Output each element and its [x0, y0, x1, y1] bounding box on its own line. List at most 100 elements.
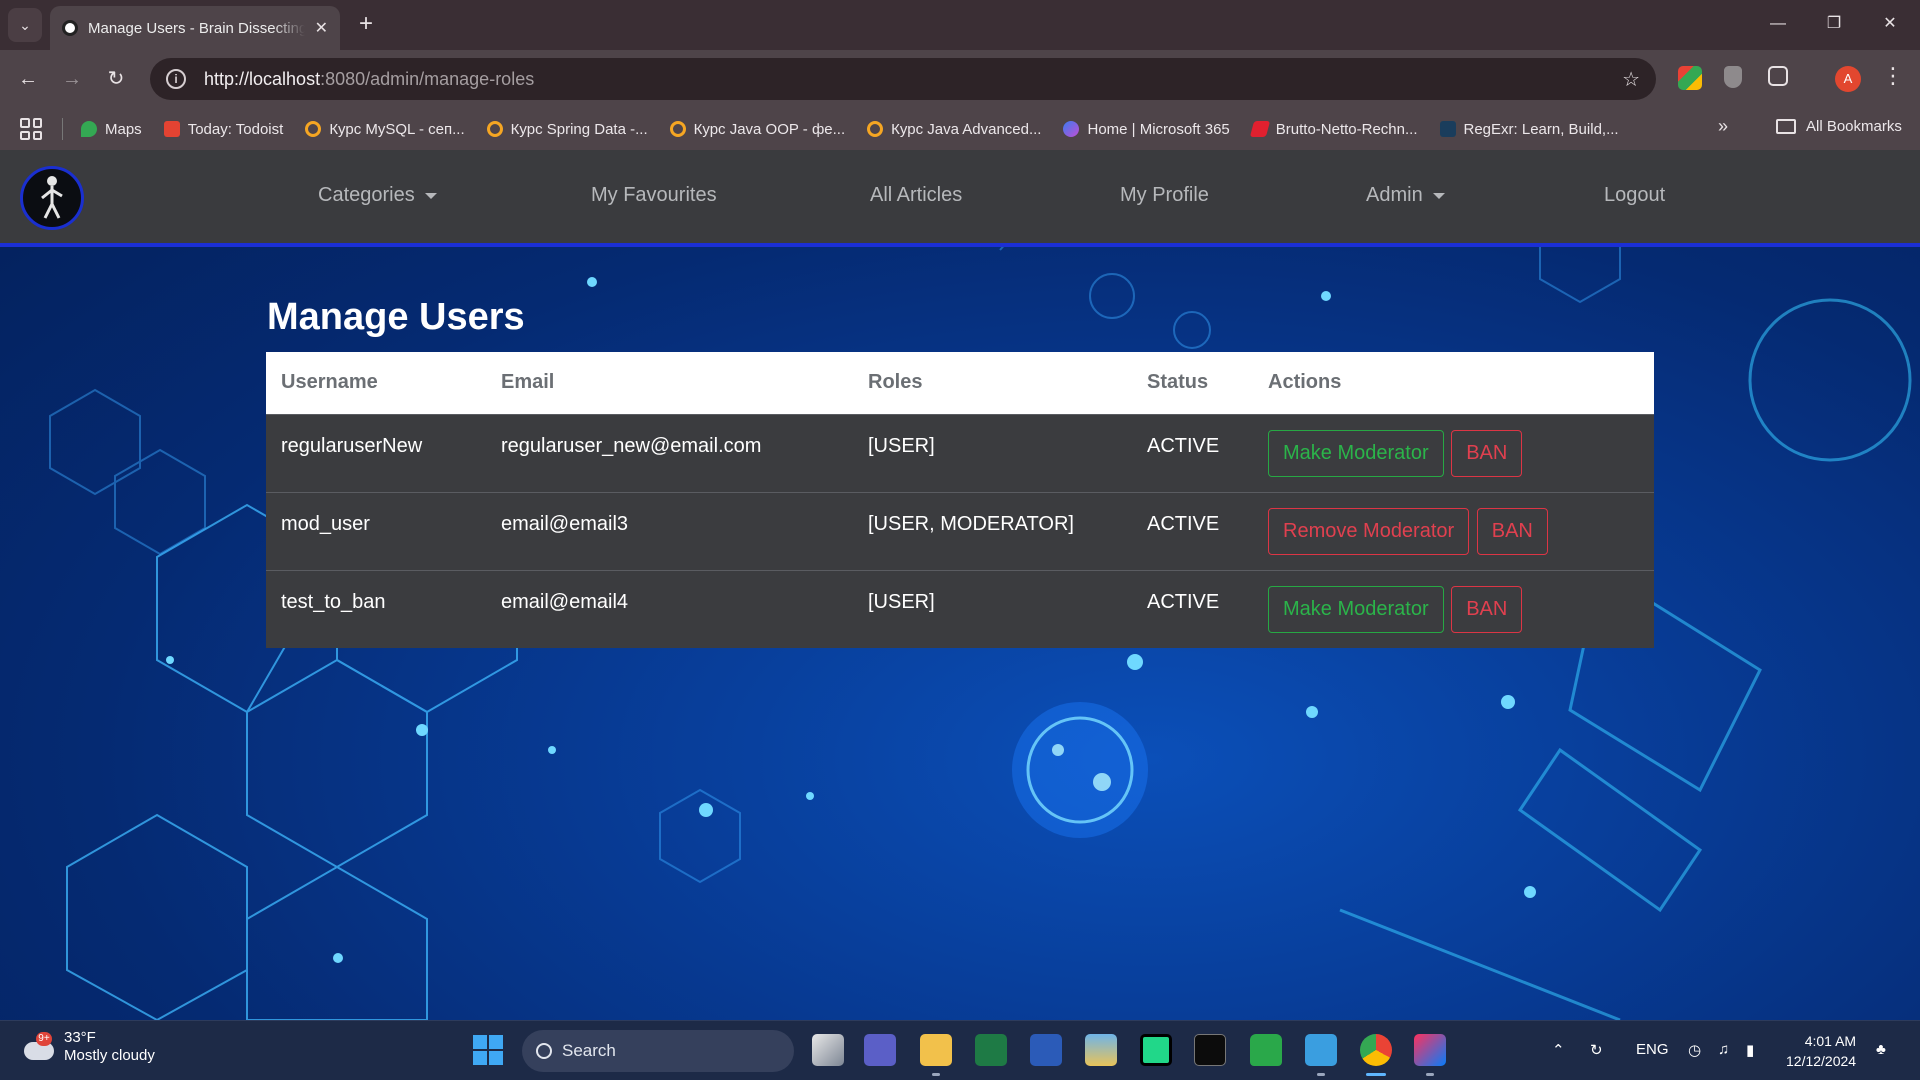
system-clock[interactable]: 4:01 AM 12/12/2024 [1786, 1031, 1856, 1071]
softuni-icon [305, 121, 322, 137]
column-header-username: Username [266, 352, 486, 414]
table-row: test_to_ban email@email4 [USER] ACTIVE M… [266, 569, 1654, 648]
bookmark-course-spring-data[interactable]: Курс Spring Data -... [486, 121, 648, 138]
column-header-actions: Actions [1253, 352, 1654, 414]
status-cell: ACTIVE [1132, 491, 1253, 570]
nav-logout[interactable]: Logout [1604, 184, 1665, 207]
browser-menu-icon[interactable]: ⋮ [1882, 63, 1904, 89]
wifi-icon[interactable]: ◷ [1688, 1041, 1701, 1059]
tab-manage-users[interactable]: Manage Users - Brain Dissecting ✕ [50, 6, 340, 50]
apps-grid-icon[interactable] [20, 118, 42, 140]
bookmark-course-java-advanced[interactable]: Курс Java Advanced... [867, 121, 1041, 138]
tab-title: Manage Users - Brain Dissecting [88, 19, 305, 37]
teams-icon[interactable] [864, 1034, 896, 1066]
photos-icon[interactable] [1085, 1034, 1117, 1066]
minimize-icon[interactable]: — [1758, 8, 1798, 40]
nav-admin-dropdown[interactable]: Admin [1366, 184, 1445, 207]
shield-extension-icon[interactable] [1724, 66, 1742, 88]
url-path: :8080/admin/manage-roles [320, 68, 535, 89]
make-moderator-button[interactable]: Make Moderator [1268, 585, 1444, 633]
actions-cell: Remove Moderator BAN [1253, 491, 1654, 570]
nav-my-favourites[interactable]: My Favourites [591, 184, 717, 207]
column-header-email: Email [486, 352, 853, 414]
caret-down-icon [1432, 192, 1445, 199]
close-icon[interactable]: ✕ [315, 18, 328, 38]
excel-icon[interactable] [975, 1034, 1007, 1066]
weather-condition: Mostly cloudy [64, 1047, 155, 1064]
new-tab-button[interactable]: + [352, 10, 380, 38]
bookmark-star-icon[interactable]: ☆ [1622, 67, 1640, 92]
show-hidden-icons-chevron-icon[interactable]: ⌃ [1552, 1041, 1565, 1059]
caret-down-icon [424, 192, 437, 199]
brutto-netto-icon [1249, 121, 1270, 137]
remove-moderator-button[interactable]: Remove Moderator [1268, 507, 1470, 555]
taskbar-search-box[interactable]: Search [522, 1030, 794, 1072]
site-info-icon[interactable]: i [166, 69, 186, 89]
nav-label: Categories [318, 184, 415, 206]
bookmark-label: RegExr: Learn, Build,... [1463, 120, 1619, 138]
task-view-icon[interactable] [812, 1034, 844, 1066]
status-cell: ACTIVE [1132, 569, 1253, 648]
extension-colorful-icon[interactable] [1678, 66, 1702, 90]
pycharm-icon[interactable] [1140, 1034, 1172, 1066]
temperature: 33°F [64, 1029, 96, 1046]
sync-icon[interactable]: ↻ [1590, 1041, 1603, 1059]
all-bookmarks-button[interactable]: All Bookmarks [1776, 118, 1902, 135]
extensions-puzzle-icon[interactable] [1768, 66, 1788, 86]
word-icon[interactable] [1030, 1034, 1062, 1066]
column-header-roles: Roles [853, 352, 1132, 414]
battery-icon[interactable]: ▮ [1746, 1041, 1754, 1059]
tab-strip: ⌄ Manage Users - Brain Dissecting ✕ + — … [0, 0, 1920, 50]
bookmark-brutto-netto[interactable]: Brutto-Netto-Rechn... [1249, 120, 1418, 138]
todoist-icon [163, 121, 180, 137]
lock-app-icon[interactable] [1250, 1034, 1282, 1066]
address-bar[interactable]: i http://localhost:8080/admin/manage-rol… [150, 58, 1656, 100]
chrome-icon[interactable] [1360, 1034, 1392, 1066]
maps-pin-icon [81, 121, 97, 137]
site-logo[interactable] [20, 166, 84, 230]
restore-icon[interactable]: ❐ [1814, 8, 1854, 40]
bookmark-label: Brutto-Netto-Rechn... [1275, 120, 1418, 138]
runner-logo-icon [41, 176, 63, 219]
notepad-icon[interactable] [1305, 1034, 1337, 1066]
running-indicator [1426, 1073, 1434, 1076]
bookmark-regexr[interactable]: RegExr: Learn, Build,... [1439, 120, 1619, 138]
reload-icon[interactable]: ↻ [100, 63, 132, 95]
volume-icon[interactable]: ♫ [1718, 1041, 1729, 1058]
intellij-icon[interactable] [1414, 1034, 1446, 1066]
username-cell: regularuserNew [266, 413, 486, 492]
terminal-icon[interactable] [1194, 1034, 1226, 1066]
search-icon [536, 1043, 552, 1059]
forward-arrow-icon[interactable]: → [56, 63, 88, 95]
make-moderator-button[interactable]: Make Moderator [1268, 429, 1444, 477]
profile-avatar[interactable]: A [1835, 66, 1861, 92]
microsoft-365-icon [1063, 121, 1080, 137]
bookmark-course-mysql[interactable]: Курс MySQL - сеп... [305, 121, 465, 138]
bookmark-todoist[interactable]: Today: Todoist [163, 121, 283, 138]
running-indicator [1317, 1073, 1325, 1076]
nav-categories-dropdown[interactable]: Categories [318, 184, 437, 207]
site-navbar: Categories My Favourites All Articles My… [0, 150, 1920, 247]
notification-bell-icon[interactable]: ♣ [1876, 1041, 1886, 1058]
file-explorer-icon[interactable] [920, 1034, 952, 1066]
nav-my-profile[interactable]: My Profile [1120, 184, 1209, 207]
tab-search-chevron-icon[interactable]: ⌄ [8, 8, 42, 42]
nav-all-articles[interactable]: All Articles [870, 184, 962, 207]
bookmark-microsoft-365[interactable]: Home | Microsoft 365 [1063, 121, 1230, 138]
bookmark-maps[interactable]: Maps [81, 121, 142, 138]
more-bookmarks-chevron-icon[interactable]: » [1718, 116, 1728, 137]
bookmark-course-java-oop[interactable]: Курс Java OOP - фе... [669, 120, 846, 138]
ban-button[interactable]: BAN [1451, 429, 1523, 477]
cloudy-weather-icon: 9+ [22, 1032, 54, 1062]
window-close-icon[interactable]: ✕ [1870, 8, 1910, 40]
ban-button[interactable]: BAN [1476, 507, 1548, 555]
bookmark-label: Курс Java OOP - фе... [693, 120, 846, 138]
column-header-status: Status [1132, 352, 1253, 414]
language-indicator[interactable]: ENG [1636, 1041, 1669, 1058]
regexr-icon [1439, 121, 1456, 137]
back-arrow-icon[interactable]: ← [12, 63, 44, 95]
weather-widget[interactable]: 9+ 33°F Mostly cloudy [22, 1029, 155, 1065]
ban-button[interactable]: BAN [1451, 585, 1523, 633]
bookmarks-divider [62, 118, 63, 140]
windows-start-icon[interactable] [472, 1034, 504, 1066]
